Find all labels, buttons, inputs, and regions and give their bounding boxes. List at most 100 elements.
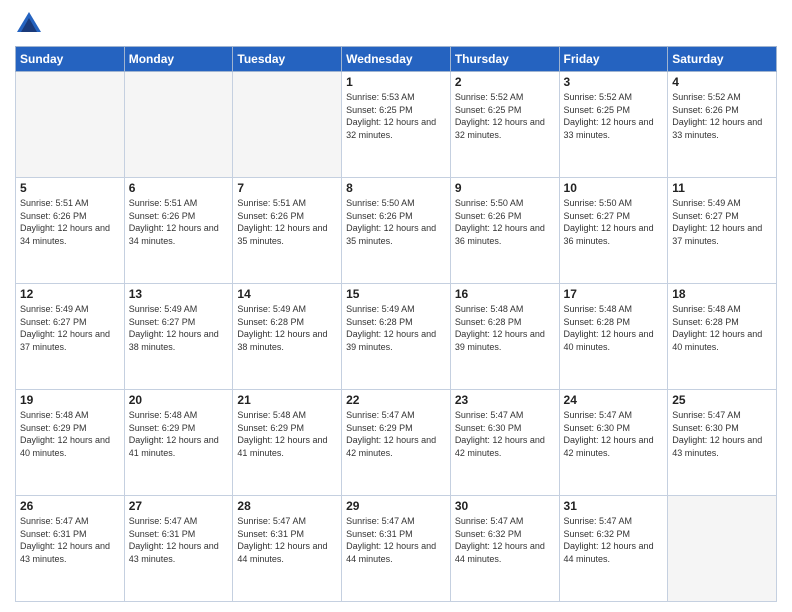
calendar-cell: 15 Sunrise: 5:49 AM Sunset: 6:28 PM Dayli…	[342, 284, 451, 390]
weekday-header: Monday	[124, 47, 233, 72]
calendar-cell: 31Sunrise: 5:47 AM Sunset: 6:32 PM Dayli…	[559, 496, 668, 602]
weekday-header: Wednesday	[342, 47, 451, 72]
day-info: Sunrise: 5:48 AM Sunset: 6:28 PM Dayligh…	[672, 303, 772, 353]
day-info: Sunrise: 5:49 AM Sunset: 6:28 PM Dayligh…	[346, 303, 446, 353]
day-number: 18	[672, 287, 772, 301]
day-number: 30	[455, 499, 555, 513]
weekday-header: Tuesday	[233, 47, 342, 72]
day-info: Sunrise: 5:47 AM Sunset: 6:31 PM Dayligh…	[20, 515, 120, 565]
calendar-table: SundayMondayTuesdayWednesdayThursdayFrid…	[15, 46, 777, 602]
day-number: 15	[346, 287, 446, 301]
day-info: Sunrise: 5:51 AM Sunset: 6:26 PM Dayligh…	[129, 197, 229, 247]
calendar-cell: 10 Sunrise: 5:50 AM Sunset: 6:27 PM Dayli…	[559, 178, 668, 284]
calendar-cell: 21 Sunrise: 5:48 AM Sunset: 6:29 PM Dayli…	[233, 390, 342, 496]
day-info: Sunrise: 5:51 AM Sunset: 6:26 PM Dayligh…	[20, 197, 120, 247]
day-info: Sunrise: 5:49 AM Sunset: 6:27 PM Dayligh…	[129, 303, 229, 353]
weekday-header: Saturday	[668, 47, 777, 72]
day-info: Sunrise: 5:47 AM Sunset: 6:31 PM Dayligh…	[129, 515, 229, 565]
day-info: Sunrise: 5:47 AM Sunset: 6:31 PM Dayligh…	[237, 515, 337, 565]
day-info: Sunrise: 5:48 AM Sunset: 6:29 PM Dayligh…	[237, 409, 337, 459]
day-number: 5	[20, 181, 120, 195]
day-number: 20	[129, 393, 229, 407]
day-number: 23	[455, 393, 555, 407]
day-number: 24	[564, 393, 664, 407]
day-number: 16	[455, 287, 555, 301]
calendar-cell	[233, 72, 342, 178]
day-info: Sunrise: 5:50 AM Sunset: 6:26 PM Dayligh…	[346, 197, 446, 247]
calendar-cell	[124, 72, 233, 178]
calendar-cell: 7 Sunrise: 5:51 AM Sunset: 6:26 PM Daylig…	[233, 178, 342, 284]
day-info: Sunrise: 5:47 AM Sunset: 6:30 PM Dayligh…	[564, 409, 664, 459]
calendar-cell: 4 Sunrise: 5:52 AM Sunset: 6:26 PM Daylig…	[668, 72, 777, 178]
day-number: 6	[129, 181, 229, 195]
calendar-cell: 6 Sunrise: 5:51 AM Sunset: 6:26 PM Daylig…	[124, 178, 233, 284]
day-number: 28	[237, 499, 337, 513]
weekday-row: SundayMondayTuesdayWednesdayThursdayFrid…	[16, 47, 777, 72]
day-info: Sunrise: 5:52 AM Sunset: 6:25 PM Dayligh…	[564, 91, 664, 141]
calendar-week-row: 19 Sunrise: 5:48 AM Sunset: 6:29 PM Dayli…	[16, 390, 777, 496]
calendar-body: 1 Sunrise: 5:53 AM Sunset: 6:25 PM Daylig…	[16, 72, 777, 602]
day-info: Sunrise: 5:48 AM Sunset: 6:28 PM Dayligh…	[455, 303, 555, 353]
calendar-cell: 12 Sunrise: 5:49 AM Sunset: 6:27 PM Dayli…	[16, 284, 125, 390]
day-info: Sunrise: 5:50 AM Sunset: 6:27 PM Dayligh…	[564, 197, 664, 247]
day-number: 19	[20, 393, 120, 407]
day-number: 13	[129, 287, 229, 301]
calendar-cell: 23 Sunrise: 5:47 AM Sunset: 6:30 PM Dayli…	[450, 390, 559, 496]
day-number: 10	[564, 181, 664, 195]
day-info: Sunrise: 5:52 AM Sunset: 6:26 PM Dayligh…	[672, 91, 772, 141]
day-info: Sunrise: 5:48 AM Sunset: 6:29 PM Dayligh…	[129, 409, 229, 459]
day-info: Sunrise: 5:47 AM Sunset: 6:30 PM Dayligh…	[455, 409, 555, 459]
day-number: 3	[564, 75, 664, 89]
calendar-cell: 26 Sunrise: 5:47 AM Sunset: 6:31 PM Dayli…	[16, 496, 125, 602]
calendar-cell: 2Sunrise: 5:52 AM Sunset: 6:25 PM Daylig…	[450, 72, 559, 178]
day-number: 4	[672, 75, 772, 89]
day-info: Sunrise: 5:48 AM Sunset: 6:28 PM Dayligh…	[564, 303, 664, 353]
calendar-header: SundayMondayTuesdayWednesdayThursdayFrid…	[16, 47, 777, 72]
day-number: 7	[237, 181, 337, 195]
day-number: 31	[564, 499, 664, 513]
day-number: 25	[672, 393, 772, 407]
day-number: 11	[672, 181, 772, 195]
calendar-week-row: 1 Sunrise: 5:53 AM Sunset: 6:25 PM Daylig…	[16, 72, 777, 178]
day-number: 29	[346, 499, 446, 513]
page: SundayMondayTuesdayWednesdayThursdayFrid…	[0, 0, 792, 612]
header	[15, 10, 777, 38]
calendar-week-row: 5 Sunrise: 5:51 AM Sunset: 6:26 PM Daylig…	[16, 178, 777, 284]
day-info: Sunrise: 5:47 AM Sunset: 6:32 PM Dayligh…	[455, 515, 555, 565]
day-number: 14	[237, 287, 337, 301]
calendar-cell	[16, 72, 125, 178]
calendar-cell	[668, 496, 777, 602]
day-info: Sunrise: 5:47 AM Sunset: 6:29 PM Dayligh…	[346, 409, 446, 459]
calendar-cell: 14 Sunrise: 5:49 AM Sunset: 6:28 PM Dayli…	[233, 284, 342, 390]
calendar-cell: 11 Sunrise: 5:49 AM Sunset: 6:27 PM Dayli…	[668, 178, 777, 284]
day-info: Sunrise: 5:53 AM Sunset: 6:25 PM Dayligh…	[346, 91, 446, 141]
calendar-cell: 19 Sunrise: 5:48 AM Sunset: 6:29 PM Dayli…	[16, 390, 125, 496]
day-number: 26	[20, 499, 120, 513]
calendar-cell: 9Sunrise: 5:50 AM Sunset: 6:26 PM Daylig…	[450, 178, 559, 284]
day-number: 27	[129, 499, 229, 513]
day-info: Sunrise: 5:47 AM Sunset: 6:30 PM Dayligh…	[672, 409, 772, 459]
calendar-cell: 8 Sunrise: 5:50 AM Sunset: 6:26 PM Daylig…	[342, 178, 451, 284]
day-info: Sunrise: 5:49 AM Sunset: 6:28 PM Dayligh…	[237, 303, 337, 353]
weekday-header: Friday	[559, 47, 668, 72]
day-number: 21	[237, 393, 337, 407]
day-info: Sunrise: 5:50 AM Sunset: 6:26 PM Dayligh…	[455, 197, 555, 247]
day-info: Sunrise: 5:51 AM Sunset: 6:26 PM Dayligh…	[237, 197, 337, 247]
logo	[15, 10, 47, 38]
day-number: 2	[455, 75, 555, 89]
calendar-cell: 27 Sunrise: 5:47 AM Sunset: 6:31 PM Dayli…	[124, 496, 233, 602]
day-info: Sunrise: 5:49 AM Sunset: 6:27 PM Dayligh…	[20, 303, 120, 353]
day-number: 17	[564, 287, 664, 301]
calendar-cell: 18 Sunrise: 5:48 AM Sunset: 6:28 PM Dayli…	[668, 284, 777, 390]
calendar-cell: 17 Sunrise: 5:48 AM Sunset: 6:28 PM Dayli…	[559, 284, 668, 390]
calendar-cell: 20 Sunrise: 5:48 AM Sunset: 6:29 PM Dayli…	[124, 390, 233, 496]
calendar-cell: 16 Sunrise: 5:48 AM Sunset: 6:28 PM Dayli…	[450, 284, 559, 390]
calendar-cell: 25 Sunrise: 5:47 AM Sunset: 6:30 PM Dayli…	[668, 390, 777, 496]
day-number: 8	[346, 181, 446, 195]
calendar-cell: 24 Sunrise: 5:47 AM Sunset: 6:30 PM Dayli…	[559, 390, 668, 496]
day-number: 12	[20, 287, 120, 301]
day-number: 1	[346, 75, 446, 89]
day-info: Sunrise: 5:49 AM Sunset: 6:27 PM Dayligh…	[672, 197, 772, 247]
day-number: 22	[346, 393, 446, 407]
day-info: Sunrise: 5:48 AM Sunset: 6:29 PM Dayligh…	[20, 409, 120, 459]
